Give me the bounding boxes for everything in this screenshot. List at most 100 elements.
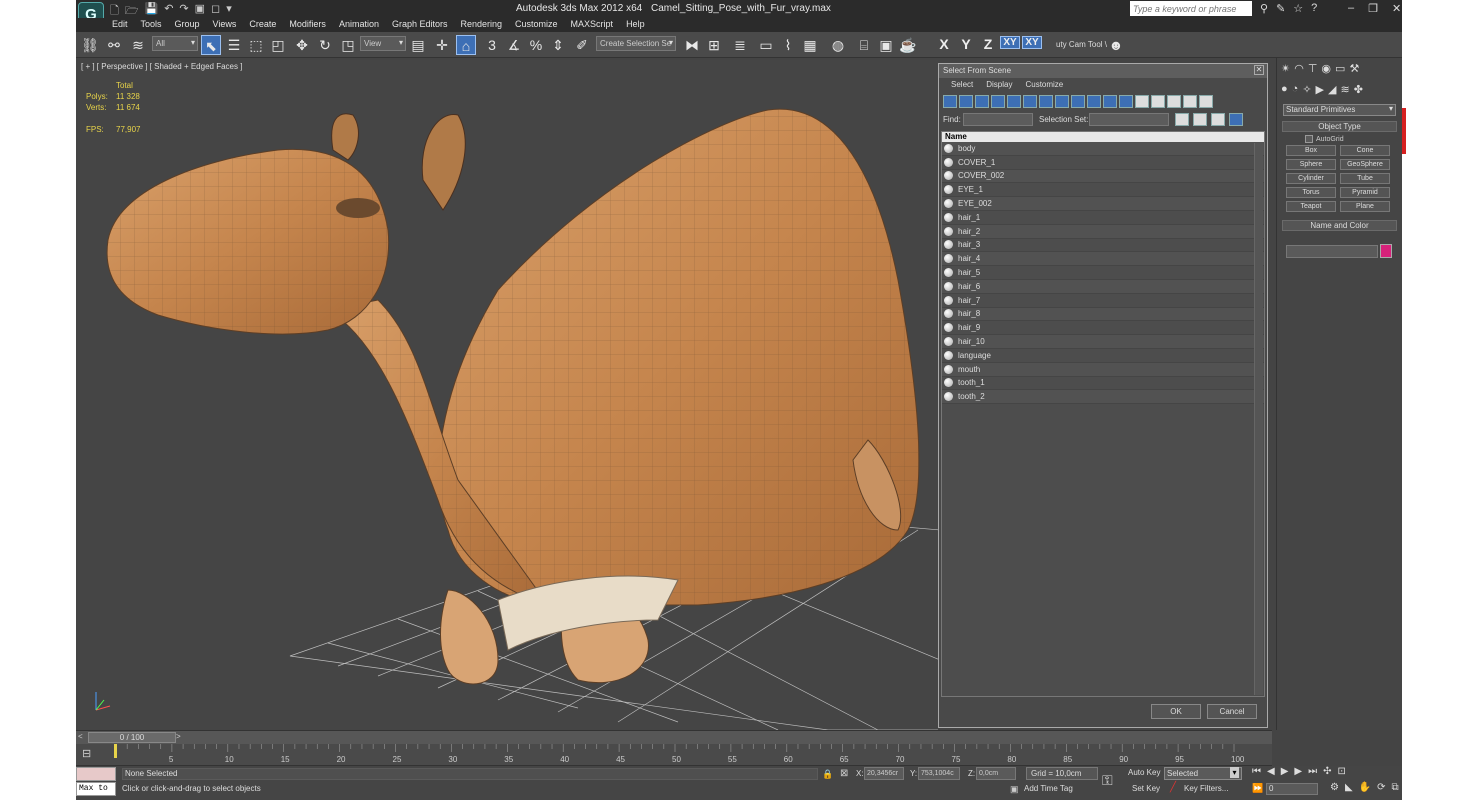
axis-xy-plane-button[interactable]: XY <box>1022 36 1042 49</box>
link-icon[interactable]: ⛓ <box>80 35 100 55</box>
curve-editor-icon[interactable]: ⌇ <box>778 35 798 55</box>
lights-icon[interactable]: ✧ <box>1302 83 1311 96</box>
plane-button[interactable]: Plane <box>1340 201 1390 212</box>
list-item[interactable]: hair_9 <box>942 321 1264 336</box>
shapes-icon[interactable]: ◔ <box>1292 83 1299 96</box>
menu-edit[interactable]: Edit <box>112 18 128 32</box>
list-item[interactable]: hair_10 <box>942 335 1264 349</box>
invert-selection-icon[interactable] <box>1167 95 1181 108</box>
previous-frame-icon[interactable]: ◀ <box>1267 766 1275 777</box>
z-coordinate-field[interactable]: 0,0cm <box>976 767 1016 780</box>
align-icon[interactable]: ⊞ <box>704 35 724 55</box>
object-color-swatch[interactable] <box>1380 244 1392 258</box>
minimize-icon[interactable]: – <box>1348 2 1354 15</box>
dialog-menu-select[interactable]: Select <box>951 78 973 93</box>
zoom-extents-icon[interactable]: ✣ <box>1323 766 1331 777</box>
layer-manager-icon[interactable]: ≣ <box>730 35 750 55</box>
go-to-end-icon[interactable]: ⏭ <box>1308 766 1317 777</box>
list-item[interactable]: hair_4 <box>942 252 1264 267</box>
binoculars-icon[interactable]: ⚲ <box>1260 2 1268 15</box>
restore-icon[interactable]: ❐ <box>1368 2 1378 15</box>
filter-cameras-icon[interactable] <box>991 95 1005 108</box>
filter-geometry-icon[interactable] <box>943 95 957 108</box>
pyramid-button[interactable]: Pyramid <box>1340 187 1390 198</box>
sync-selection-icon[interactable] <box>1229 113 1243 126</box>
keyboard-shortcut-override-icon[interactable]: ⌂ <box>456 35 476 55</box>
axis-z-button[interactable]: Z <box>978 36 998 52</box>
set-key-icon[interactable]: ⚿ <box>1102 772 1113 789</box>
cameras-icon[interactable]: ▶ <box>1316 83 1324 96</box>
menu-create[interactable]: Create <box>249 18 276 32</box>
mirror-icon[interactable]: ⧓ <box>682 35 702 55</box>
geometry-icon[interactable]: ● <box>1281 83 1288 96</box>
filter-hidden-icon[interactable] <box>1119 95 1133 108</box>
ok-button[interactable]: OK <box>1151 704 1201 719</box>
lock-selection-icon[interactable]: 🔒 <box>822 769 833 780</box>
named-selection-sets-dropdown[interactable]: Create Selection Se <box>596 36 676 51</box>
key-mode-dropdown[interactable]: Selected <box>1164 767 1242 780</box>
list-scrollbar[interactable] <box>1254 143 1263 695</box>
time-config-icon[interactable]: ⏩ <box>1252 783 1263 794</box>
rotate-icon[interactable]: ↻ <box>315 35 335 55</box>
key-filters-button[interactable]: Key Filters... <box>1184 784 1228 793</box>
pan-icon[interactable]: ✋ <box>1359 782 1371 793</box>
list-item[interactable]: body <box>942 142 1264 156</box>
helpers-icon[interactable]: ◢ <box>1328 83 1336 96</box>
filter-containers-icon[interactable] <box>1087 95 1101 108</box>
display-tab-icon[interactable]: ▭ <box>1335 62 1345 75</box>
schematic-view-icon[interactable]: ▦ <box>800 35 820 55</box>
menu-graph-editors[interactable]: Graph Editors <box>392 18 448 32</box>
spinner-snap-icon[interactable]: ⇕ <box>548 35 568 55</box>
render-setup-icon[interactable]: ⌸ <box>854 35 874 55</box>
unlink-icon[interactable]: ⚯ <box>104 35 124 55</box>
menu-views[interactable]: Views <box>213 18 237 32</box>
axis-y-button[interactable]: Y <box>956 36 976 52</box>
current-frame-marker[interactable] <box>114 744 117 758</box>
next-frame-icon[interactable]: ▶ <box>1294 766 1302 777</box>
time-tag-icon[interactable]: ▣ <box>1010 784 1019 795</box>
selection-set-add-icon[interactable] <box>1175 113 1189 126</box>
bind-space-warp-icon[interactable]: ≋ <box>128 35 148 55</box>
time-next-button[interactable]: > <box>176 732 181 741</box>
name-and-color-rollout[interactable]: Name and Color <box>1282 220 1397 231</box>
find-input[interactable] <box>963 113 1033 126</box>
track-bar[interactable]: ⊟ 5 10 15 20 25 30 35 40 45 50 55 60 65 70 75 80 85 90 95 1… <box>76 744 1272 766</box>
cancel-button[interactable]: Cancel <box>1207 704 1257 719</box>
select-manipulate-icon[interactable]: ✛ <box>432 35 452 55</box>
auto-key-button[interactable]: Auto Key <box>1128 768 1160 777</box>
object-name-input[interactable] <box>1286 245 1378 258</box>
snaps-toggle-icon[interactable]: 3 <box>482 35 502 55</box>
name-column-header[interactable]: Name <box>942 132 1264 142</box>
list-item[interactable]: hair_7 <box>942 294 1264 308</box>
modify-tab-icon[interactable]: ◠ <box>1294 62 1304 75</box>
tube-button[interactable]: Tube <box>1340 173 1390 184</box>
category-dropdown[interactable]: Standard Primitives <box>1283 104 1396 116</box>
filter-xrefs-icon[interactable] <box>1055 95 1069 108</box>
menu-maxscript[interactable]: MAXScript <box>571 18 614 32</box>
time-configuration-icon[interactable]: ⚙ <box>1330 782 1339 793</box>
filter-frozen-icon[interactable] <box>1103 95 1117 108</box>
rectangular-selection-icon[interactable]: ⬚ <box>246 35 266 55</box>
list-item[interactable]: EYE_1 <box>942 183 1264 198</box>
go-to-start-icon[interactable]: ⏮ <box>1252 766 1261 777</box>
menu-animation[interactable]: Animation <box>339 18 379 32</box>
teapot-button[interactable]: Teapot <box>1286 201 1336 212</box>
filter-settings-icon[interactable] <box>1183 95 1197 108</box>
motion-tab-icon[interactable]: ◉ <box>1321 62 1331 75</box>
x-coordinate-field[interactable]: 20,3456cr <box>864 767 904 780</box>
selection-set-edit-icon[interactable] <box>1211 113 1225 126</box>
reference-coordinate-dropdown[interactable]: View <box>360 36 406 51</box>
set-key-button[interactable]: Set Key <box>1132 784 1160 793</box>
move-icon[interactable]: ✥ <box>292 35 312 55</box>
close-icon[interactable]: ✕ <box>1392 2 1401 15</box>
camel-model-render[interactable] <box>78 60 938 730</box>
material-editor-icon[interactable]: ◍ <box>828 35 848 55</box>
create-tab-icon[interactable]: ✴ <box>1281 62 1290 75</box>
dialog-title-bar[interactable]: Select From Scene ✕ <box>939 64 1267 78</box>
object-type-rollout[interactable]: Object Type <box>1282 121 1397 132</box>
time-slider[interactable]: < 0 / 100 > <box>76 730 1272 744</box>
list-item[interactable]: tooth_2 <box>942 390 1264 405</box>
percent-snap-icon[interactable]: % <box>526 35 546 55</box>
systems-icon[interactable]: ✤ <box>1354 83 1363 96</box>
menu-customize[interactable]: Customize <box>515 18 558 32</box>
